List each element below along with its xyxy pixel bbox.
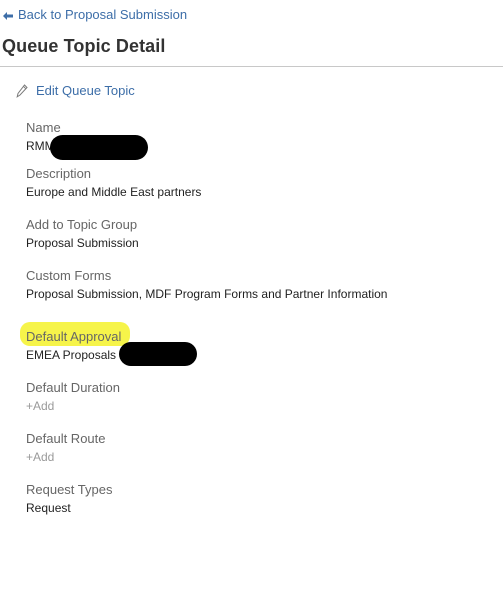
default-duration-add-button[interactable]: +Add xyxy=(26,397,496,415)
description-value: Europe and Middle East partners xyxy=(26,185,202,199)
pencil-icon xyxy=(16,84,28,98)
default-route-add-button[interactable]: +Add xyxy=(26,448,496,466)
request-types-value: Request xyxy=(26,501,71,515)
edit-queue-topic-link[interactable]: Edit Queue Topic xyxy=(16,82,135,100)
description-label: Description xyxy=(26,166,92,181)
back-link-label[interactable]: Back to Proposal Submission xyxy=(18,6,187,24)
name-redaction-mark xyxy=(50,135,148,160)
field-topic-group: Add to Topic Group Proposal Submission xyxy=(26,216,496,252)
header-divider xyxy=(0,66,503,67)
field-default-duration: Default Duration +Add xyxy=(26,379,496,415)
default-approval-label: Default Approval xyxy=(26,329,122,344)
arrow-left-icon xyxy=(2,9,14,21)
field-default-approval: Default Approval EMEA Proposals xyxy=(26,328,496,366)
request-types-label: Request Types xyxy=(26,482,113,497)
page-title: Queue Topic Detail xyxy=(2,36,166,56)
default-duration-label: Default Duration xyxy=(26,380,120,395)
edit-link-label[interactable]: Edit Queue Topic xyxy=(36,82,135,100)
field-name: Name RMM xyxy=(26,119,496,160)
default-approval-value: EMEA Proposals xyxy=(26,348,117,362)
topic-group-label: Add to Topic Group xyxy=(26,217,138,232)
custom-forms-value: Proposal Submission, MDF Program Forms a… xyxy=(26,287,388,301)
custom-forms-label: Custom Forms xyxy=(26,268,112,283)
field-request-types: Request Types Request xyxy=(26,481,496,517)
topic-group-value: Proposal Submission xyxy=(26,236,139,250)
field-description: Description Europe and Middle East partn… xyxy=(26,165,496,201)
field-default-route: Default Route +Add xyxy=(26,430,496,466)
back-to-proposal-submission-link[interactable]: Back to Proposal Submission xyxy=(2,6,187,24)
default-approval-redaction-mark xyxy=(119,342,197,366)
default-route-label: Default Route xyxy=(26,431,106,446)
field-custom-forms: Custom Forms Proposal Submission, MDF Pr… xyxy=(26,267,496,303)
